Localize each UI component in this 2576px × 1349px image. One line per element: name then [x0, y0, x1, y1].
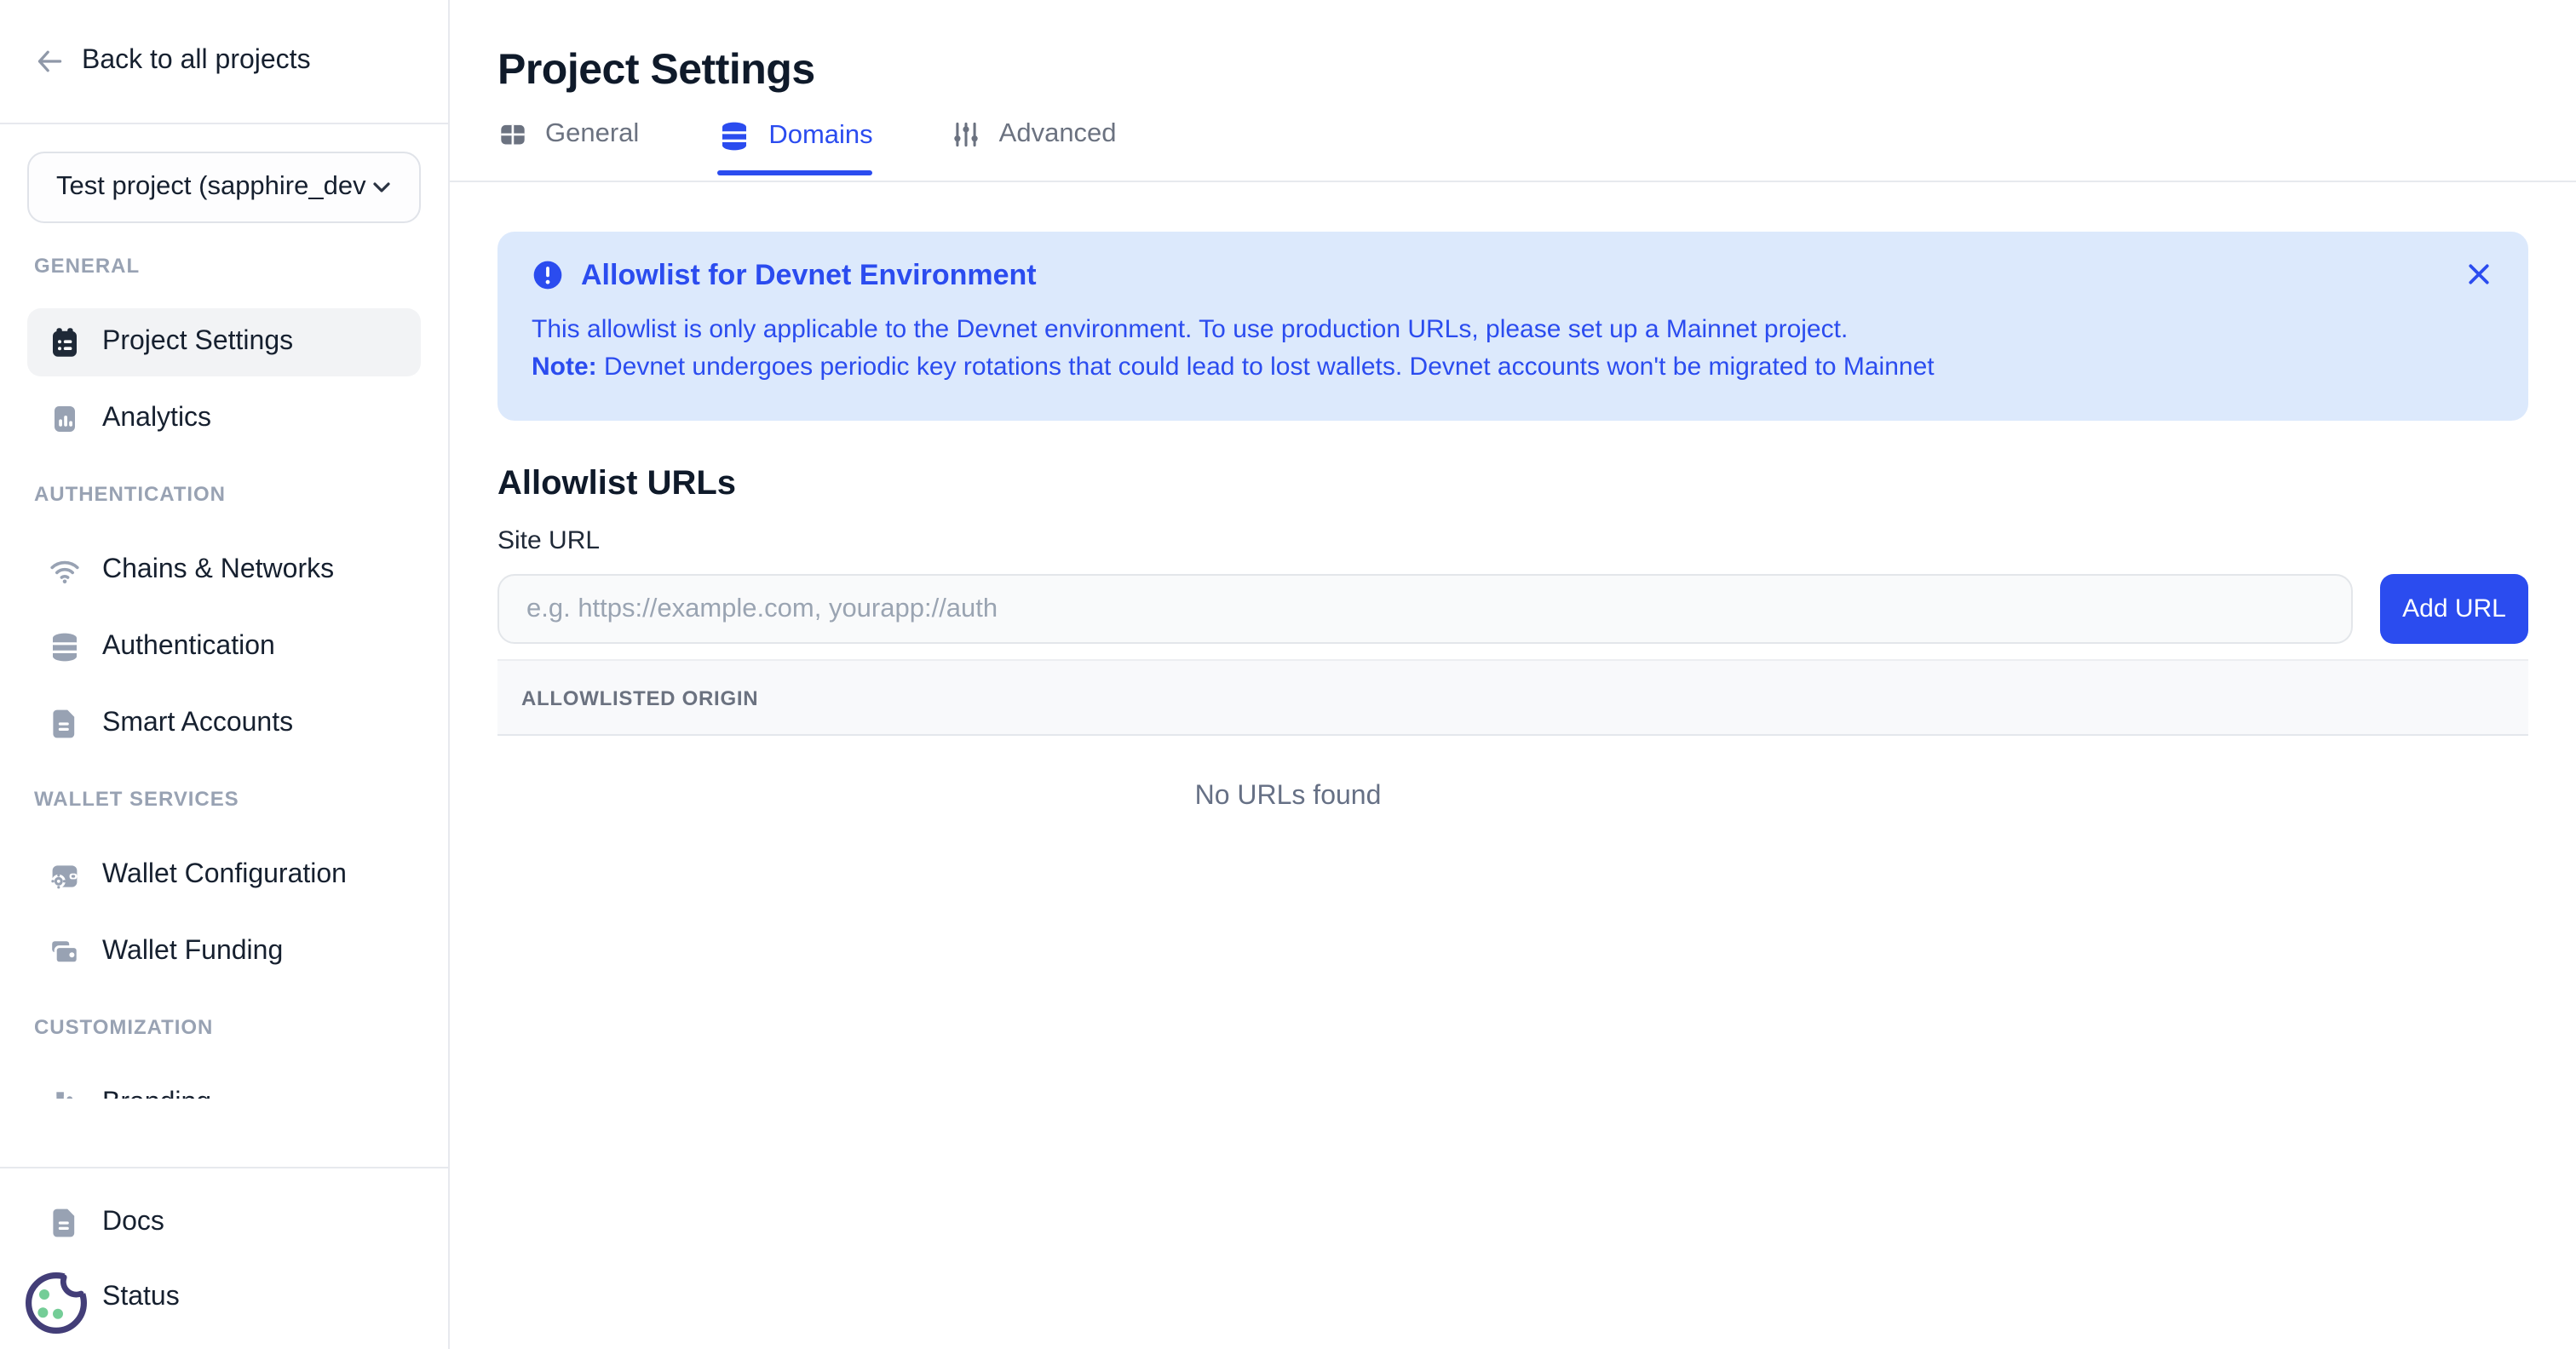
wallet-gear-icon [48, 858, 82, 893]
sidebar-item-wallet-funding[interactable]: Wallet Funding [27, 918, 421, 986]
file-icon [48, 707, 82, 741]
sidebar-item-project-settings[interactable]: Project Settings [27, 308, 421, 376]
tab-bar: General Domains Advanced [450, 119, 2576, 182]
wifi-icon [48, 554, 82, 588]
url-input-row: Add URL [497, 574, 2528, 644]
alert-circle-icon [532, 259, 564, 291]
section-label-customization: CUSTOMIZATION [34, 1015, 414, 1041]
banner-line2: Note: Devnet undergoes periodic key rota… [532, 348, 2494, 385]
sidebar-header: Back to all projects [0, 0, 448, 124]
site-url-input[interactable] [497, 574, 2353, 644]
sidebar-item-wallet-configuration[interactable]: Wallet Configuration [27, 841, 421, 910]
empty-state-text: No URLs found [225, 782, 2351, 812]
add-url-button[interactable]: Add URL [2380, 574, 2528, 644]
cookie-consent-button[interactable] [17, 1266, 95, 1344]
tab-general[interactable]: General [497, 119, 639, 170]
allowlist-heading: Allowlist URLs [497, 463, 2528, 504]
site-url-label: Site URL [497, 526, 2528, 557]
page-title: Project Settings [497, 44, 2528, 95]
clipboard-icon [48, 325, 82, 359]
sidebar-item-smart-accounts[interactable]: Smart Accounts [27, 690, 421, 758]
banner-note-text: Devnet undergoes periodic key rotations … [597, 352, 1935, 381]
brush-icon [48, 1087, 82, 1099]
back-link-label: Back to all projects [82, 46, 311, 77]
tab-advanced[interactable]: Advanced [952, 119, 1117, 170]
sidebar-item-docs[interactable]: Docs [27, 1189, 421, 1257]
tab-domains[interactable]: Domains [717, 119, 872, 174]
sliders-icon [952, 119, 982, 150]
close-icon [2464, 259, 2494, 295]
chevron-down-icon [368, 174, 395, 201]
sidebar: Back to all projects Test project (sapph… [0, 0, 450, 1349]
database-icon [717, 119, 751, 153]
sidebar-item-chains-and-networks[interactable]: Chains & Networks [27, 537, 421, 605]
project-selector-value: Test project (sapphire_devnet) [56, 172, 366, 203]
main-content: Project Settings GeneralDomainsAdvanced … [450, 0, 2576, 1349]
wallet-card-icon [48, 935, 82, 969]
section-label-general: GENERAL [34, 254, 414, 279]
allowlisted-origin-column-header: ALLOWLISTED ORIGIN [521, 686, 758, 709]
arrow-left-icon [34, 46, 65, 77]
project-selector[interactable]: Test project (sapphire_devnet) [27, 152, 421, 223]
section-label-authentication: AUTHENTICATION [34, 482, 414, 508]
banner-note-label: Note: [532, 352, 597, 381]
sidebar-nav: GENERAL Project Settings Analytics AUTHENTI… [0, 223, 448, 1099]
sidebar-item-authentication[interactable]: Authentication [27, 613, 421, 681]
sidebar-item-branding[interactable]: Branding [27, 1070, 421, 1099]
banner-line1: This allowlist is only applicable to the… [532, 312, 2494, 348]
back-to-projects-link[interactable]: Back to all projects [34, 46, 311, 77]
grid-icon [497, 119, 528, 150]
cookie-icon [17, 1263, 95, 1346]
allowlist-table-header: ALLOWLISTED ORIGIN [497, 659, 2528, 736]
database-icon [48, 630, 82, 664]
analytics-icon [48, 402, 82, 436]
app-root: Back to all projects Test project (sapph… [0, 0, 2576, 1349]
file-icon [48, 1206, 82, 1240]
banner-close-button[interactable] [2460, 255, 2498, 298]
banner-title: Allowlist for Devnet Environment [581, 257, 1037, 293]
devnet-allowlist-banner: Allowlist for Devnet Environment This al… [497, 232, 2528, 421]
sidebar-item-analytics[interactable]: Analytics [27, 385, 421, 453]
